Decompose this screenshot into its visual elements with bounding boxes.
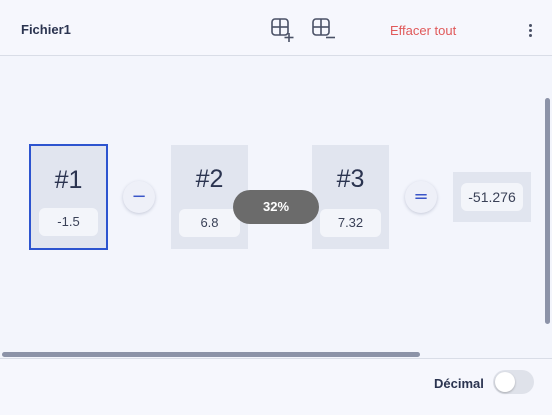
horizontal-scrollbar[interactable] <box>2 352 420 357</box>
decimal-label: Décimal <box>434 376 484 391</box>
add-column-icon[interactable] <box>270 17 296 43</box>
more-vert-icon[interactable] <box>523 22 537 42</box>
cell-label: #3 <box>336 165 365 193</box>
cell-value[interactable]: -1.5 <box>39 208 98 236</box>
cell-label: #1 <box>54 166 83 194</box>
file-title[interactable]: Fichier1 <box>21 22 71 37</box>
header-bar: Fichier1 Effacer tout <box>0 0 552 56</box>
cell-card-3[interactable]: #3 7.32 <box>312 145 389 249</box>
cell-value[interactable]: 6.8 <box>179 209 240 237</box>
clear-all-button[interactable]: Effacer tout <box>390 23 456 38</box>
remove-column-icon[interactable] <box>311 17 337 43</box>
operator-minus-button[interactable]: − <box>123 181 155 213</box>
result-value: -51.276 <box>461 183 523 211</box>
zoom-indicator: 32% <box>233 190 319 224</box>
decimal-toggle[interactable] <box>493 370 534 394</box>
toggle-knob <box>495 372 515 392</box>
result-card: -51.276 <box>453 172 531 222</box>
vertical-scrollbar[interactable] <box>545 98 550 324</box>
cell-label: #2 <box>195 165 224 193</box>
operator-equals-button[interactable]: = <box>405 181 437 213</box>
cell-card-1[interactable]: #1 -1.5 <box>29 144 108 250</box>
footer-bar: Décimal <box>0 358 552 415</box>
cell-value[interactable]: 7.32 <box>320 209 381 237</box>
